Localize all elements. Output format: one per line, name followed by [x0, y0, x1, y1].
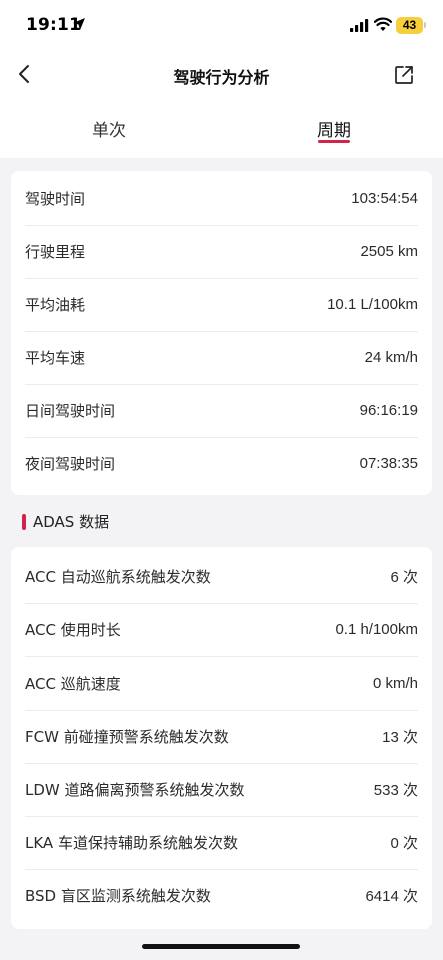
adas-value: 6 次 — [390, 569, 418, 586]
cellular-signal-icon — [350, 19, 369, 32]
wifi-icon — [374, 17, 392, 31]
status-bar: 19:11 43 — [0, 0, 443, 52]
adas-row-lka: LKA 车道保持辅助系统触发次数 0 次 — [25, 816, 418, 869]
location-arrow-icon — [73, 18, 85, 30]
adas-section-header: ADAS 数据 — [22, 511, 109, 532]
adas-label: BSD 盲区监测系统触发次数 — [25, 887, 211, 905]
stat-value: 2505 km — [360, 243, 418, 260]
adas-label: FCW 前碰撞预警系统触发次数 — [25, 728, 229, 746]
stat-value: 103:54:54 — [351, 190, 418, 207]
adas-value: 0.1 h/100km — [335, 621, 418, 638]
adas-label: ACC 巡航速度 — [25, 675, 121, 693]
stat-label: 日间驾驶时间 — [25, 402, 116, 420]
stat-label: 夜间驾驶时间 — [25, 455, 116, 473]
adas-label: ACC 使用时长 — [25, 621, 121, 639]
stat-row-day-time: 日间驾驶时间 96:16:19 — [25, 384, 418, 437]
adas-row-ldw: LDW 道路偏离预警系统触发次数 533 次 — [25, 763, 418, 816]
adas-card: ACC 自动巡航系统触发次数 6 次 ACC 使用时长 0.1 h/100km … — [11, 547, 432, 929]
section-accent-bar — [22, 513, 26, 530]
stat-row-night-time: 夜间驾驶时间 07:38:35 — [25, 437, 418, 490]
adas-value: 13 次 — [382, 729, 418, 746]
battery-tip — [424, 22, 426, 28]
stat-label: 平均车速 — [25, 349, 86, 367]
adas-label: LKA 车道保持辅助系统触发次数 — [25, 834, 238, 852]
adas-value: 0 km/h — [372, 675, 418, 692]
share-export-icon[interactable] — [394, 65, 414, 85]
stat-value: 24 km/h — [364, 349, 418, 366]
page-title: 驾驶行为分析 — [173, 68, 270, 87]
adas-value: 0 次 — [390, 835, 418, 852]
stat-value: 07:38:35 — [359, 455, 418, 472]
adas-label: ACC 自动巡航系统触发次数 — [25, 568, 211, 586]
stat-row-mileage: 行驶里程 2505 km — [25, 225, 418, 278]
battery-level: 43 — [396, 17, 423, 34]
stat-row-driving-time: 驾驶时间 103:54:54 — [25, 172, 418, 225]
driving-stats-card: 驾驶时间 103:54:54 行驶里程 2505 km 平均油耗 10.1 L/… — [11, 171, 432, 495]
adas-row-acc-usage: ACC 使用时长 0.1 h/100km — [25, 603, 418, 656]
stat-value: 10.1 L/100km — [327, 296, 418, 313]
active-tab-indicator — [318, 140, 350, 143]
stat-value: 96:16:19 — [359, 402, 418, 419]
stat-label: 行驶里程 — [25, 243, 86, 261]
adas-row-fcw: FCW 前碰撞预警系统触发次数 13 次 — [25, 710, 418, 763]
stat-row-fuel: 平均油耗 10.1 L/100km — [25, 278, 418, 331]
stat-label: 平均油耗 — [25, 296, 86, 314]
adas-row-bsd: BSD 盲区监测系统触发次数 6414 次 — [25, 869, 418, 922]
adas-label: LDW 道路偏离预警系统触发次数 — [25, 781, 245, 799]
adas-row-acc-speed: ACC 巡航速度 0 km/h — [25, 657, 418, 710]
tab-single[interactable]: 单次 — [49, 116, 169, 141]
tab-period[interactable]: 周期 — [274, 116, 394, 141]
stat-row-avg-speed: 平均车速 24 km/h — [25, 331, 418, 384]
home-indicator[interactable] — [142, 944, 300, 949]
stat-label: 驾驶时间 — [25, 190, 86, 208]
adas-value: 533 次 — [373, 782, 418, 799]
adas-row-acc-trigger: ACC 自动巡航系统触发次数 6 次 — [25, 550, 418, 603]
adas-value: 6414 次 — [365, 888, 418, 905]
section-title: ADAS 数据 — [33, 513, 110, 531]
